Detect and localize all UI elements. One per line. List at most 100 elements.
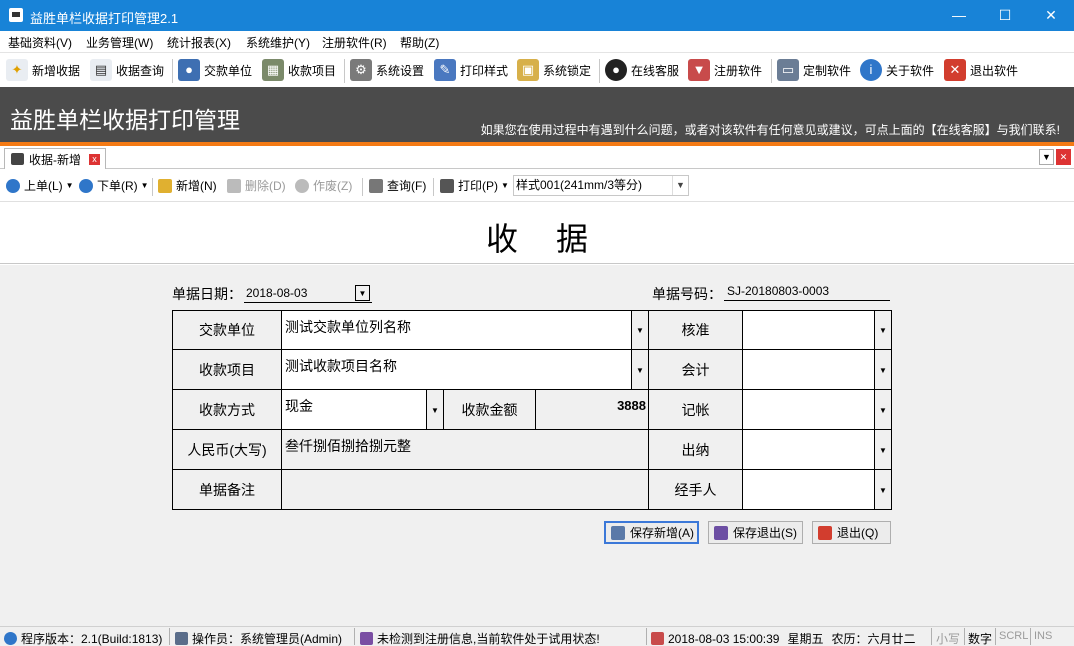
tab-list-dropdown[interactable]: ▼ xyxy=(1039,149,1054,165)
chevron-down-icon[interactable]: ▼ xyxy=(874,390,891,429)
menu-help[interactable]: 帮助(Z) xyxy=(400,34,439,51)
status-separator xyxy=(995,628,996,645)
menu-maintenance[interactable]: 系统维护(Y) xyxy=(246,34,310,51)
receipt-heading: 收据 xyxy=(485,220,626,258)
status-separator xyxy=(646,628,647,645)
status-bar: 程序版本：2.1(Build:1813) 操作员：系统管理员(Admin) 未检… xyxy=(0,626,1074,646)
new-button[interactable]: 新增(N) xyxy=(158,177,217,194)
system-settings-button[interactable]: ⚙ 系统设置 xyxy=(350,57,424,83)
register-software-button[interactable]: ▼ 注册软件 xyxy=(688,57,762,83)
qq-penguin-icon: ● xyxy=(605,59,627,81)
toolbar-separator xyxy=(172,59,173,83)
chevron-down-icon[interactable]: ▼ xyxy=(355,285,370,301)
printer-icon xyxy=(11,153,24,165)
delete-button[interactable]: 删除(D) xyxy=(227,177,286,194)
payer-units-button[interactable]: ● 交款单位 xyxy=(178,57,252,83)
chevron-down-icon[interactable]: ▼ xyxy=(874,470,891,509)
approve-label: 核准 xyxy=(648,310,743,350)
tab-close-icon[interactable]: x xyxy=(89,153,100,165)
document-search-icon: ▤ xyxy=(90,59,112,81)
info-icon: i xyxy=(860,59,882,81)
arrow-right-icon xyxy=(79,178,93,193)
header-banner: 益胜单栏收据打印管理 如果您在使用过程中有遇到什么问题，或者对该软件有任何意见或… xyxy=(0,87,1074,142)
receipt-number-field[interactable]: SJ-20180803-0003 xyxy=(724,283,890,301)
chevron-down-icon[interactable]: ▼ xyxy=(874,311,891,349)
caps-indicator: 小写 xyxy=(936,632,961,646)
date-picker[interactable]: 2018-08-03 ▼ xyxy=(244,283,372,303)
chevron-down-icon[interactable]: ▼ xyxy=(426,390,443,429)
toolbar-separator xyxy=(152,178,153,196)
item-select[interactable]: 测试收款项目名称 ▼ xyxy=(281,349,649,390)
remark-field[interactable] xyxy=(281,469,649,510)
approve-select[interactable]: ▼ xyxy=(742,310,892,350)
bookkeep-label: 记帐 xyxy=(648,389,743,430)
close-icon xyxy=(818,525,832,540)
accountant-label: 会计 xyxy=(648,349,743,390)
amount-field[interactable]: 3888 xyxy=(535,389,649,430)
item-label: 收款项目 xyxy=(172,349,282,390)
chevron-down-icon[interactable]: ▼ xyxy=(672,176,688,195)
menu-register[interactable]: 注册软件(R) xyxy=(322,34,387,51)
toolbar-separator xyxy=(771,59,772,83)
chevron-down-icon[interactable]: ▼ xyxy=(631,311,648,349)
menu-business[interactable]: 业务管理(W) xyxy=(86,34,153,51)
status-separator xyxy=(964,628,965,645)
print-style-button[interactable]: ✎ 打印样式 xyxy=(434,57,508,83)
print-style-select[interactable]: 样式001(241mm/3等分) ▼ xyxy=(513,175,689,196)
system-lock-button[interactable]: ▣ 系统锁定 xyxy=(517,57,591,83)
calendar-icon xyxy=(651,632,664,645)
tab-receipt-new[interactable]: 收据-新增 x xyxy=(4,148,106,169)
chevron-down-icon[interactable]: ▼ xyxy=(874,350,891,389)
minimize-button[interactable]: — xyxy=(936,0,982,31)
save-new-button[interactable]: 保存新增(A) xyxy=(604,521,699,544)
about-software-button[interactable]: i 关于软件 xyxy=(860,57,934,83)
online-support-button[interactable]: ● 在线客服 xyxy=(605,57,679,83)
date-label: 单据日期： xyxy=(172,286,242,302)
close-button[interactable]: ✕ xyxy=(1028,0,1074,31)
save-new-icon xyxy=(611,525,625,540)
user-icon xyxy=(175,632,188,645)
save-icon xyxy=(714,525,728,540)
save-exit-button[interactable]: 保存退出(S) xyxy=(708,521,803,544)
tab-close-all-button[interactable]: ✕ xyxy=(1056,149,1071,165)
prev-record-button[interactable]: 上单(L) ▼ xyxy=(6,177,74,194)
payer-select[interactable]: 测试交款单位列名称 ▼ xyxy=(281,310,649,350)
next-record-button[interactable]: 下单(R) ▼ xyxy=(79,177,149,194)
custom-software-button[interactable]: ▭ 定制软件 xyxy=(777,57,851,83)
exit-button[interactable]: 退出(Q) xyxy=(812,521,891,544)
menu-reports[interactable]: 统计报表(X) xyxy=(167,34,231,51)
users-icon: ● xyxy=(178,59,200,81)
maximize-button[interactable]: ☐ xyxy=(982,0,1028,31)
operator-status: 操作员：系统管理员(Admin) xyxy=(175,630,342,646)
accountant-select[interactable]: ▼ xyxy=(742,349,892,390)
exit-x-icon: ✕ xyxy=(944,59,966,81)
receipt-form: 单据日期： 2018-08-03 ▼ 单据号码： SJ-20180803-000… xyxy=(0,265,1074,626)
cashier-select[interactable]: ▼ xyxy=(742,429,892,470)
rmb-uppercase-field: 叁仟捌佰捌拾捌元整 xyxy=(281,429,649,470)
chevron-down-icon[interactable]: ▼ xyxy=(874,430,891,469)
bookkeep-select[interactable]: ▼ xyxy=(742,389,892,430)
payer-label: 交款单位 xyxy=(172,310,282,350)
receipt-number-label: 单据号码： xyxy=(652,286,722,302)
handler-select[interactable]: ▼ xyxy=(742,469,892,510)
rmb-label: 人民币(大写) xyxy=(172,429,282,470)
status-separator xyxy=(354,628,355,645)
toolbar-separator xyxy=(344,59,345,83)
scroll-indicator: SCRL xyxy=(999,630,1029,642)
query-button[interactable]: 查询(F) xyxy=(369,177,426,194)
void-button[interactable]: 作废(Z) xyxy=(295,177,352,194)
amount-label: 收款金额 xyxy=(443,389,536,430)
menu-basic-data[interactable]: 基础资料(V) xyxy=(8,34,72,51)
insert-indicator: INS xyxy=(1034,630,1053,642)
arrow-left-icon xyxy=(6,178,20,193)
main-toolbar: ✦ 新增收据 ▤ 收据查询 ● 交款单位 ▦ 收款项目 ⚙ 系统设置 ✎ 打印样… xyxy=(0,52,1074,87)
method-select[interactable]: 现金 ▼ xyxy=(281,389,444,430)
exit-software-button[interactable]: ✕ 退出软件 xyxy=(944,57,1018,83)
print-button[interactable]: 打印(P) ▼ xyxy=(440,177,509,194)
chevron-down-icon[interactable]: ▼ xyxy=(631,350,648,389)
method-label: 收款方式 xyxy=(172,389,282,430)
new-receipt-button[interactable]: ✦ 新增收据 xyxy=(6,57,80,83)
payment-items-button[interactable]: ▦ 收款项目 xyxy=(262,57,336,83)
receipt-query-button[interactable]: ▤ 收据查询 xyxy=(90,57,164,83)
info-icon xyxy=(4,632,17,645)
